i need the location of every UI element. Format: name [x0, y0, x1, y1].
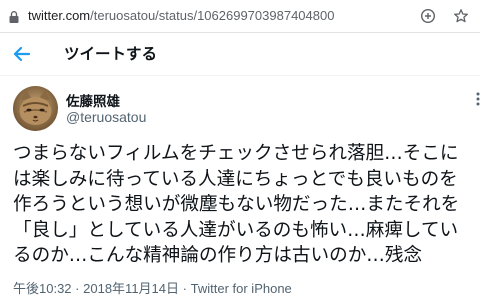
- tweet-source[interactable]: Twitter for iPhone: [191, 281, 292, 296]
- tweet-line: るのか…こんな精神論の作り方は古いのか…残念: [13, 245, 423, 266]
- url-path: /teruosatou/status/1062699703987404800: [90, 8, 335, 23]
- cat-avatar-image: [13, 86, 58, 131]
- arrow-left-icon[interactable]: [10, 42, 34, 66]
- meta-separator: ·: [75, 281, 80, 296]
- url-text[interactable]: twitter.com/teruosatou/status/1062699703…: [28, 8, 334, 23]
- more-options-icon[interactable]: [472, 92, 480, 106]
- page-header: ツイートする: [0, 33, 480, 76]
- star-icon[interactable]: [453, 8, 469, 24]
- tweet-date[interactable]: 2018年11月14日: [83, 281, 179, 296]
- meta-separator: ·: [182, 281, 187, 296]
- tweet-line: つまらないフィルムをチェックさせられ落胆…そこに: [13, 143, 459, 164]
- tweet-line: 作ろうという想いが微塵もない物だった…またそれを: [13, 194, 460, 215]
- tweet-line: は楽しみに待っている人達にちょっとでも良いものを: [13, 168, 458, 190]
- add-circle-icon[interactable]: [420, 8, 436, 24]
- tweet-meta: 午後10:32 · 2018年11月14日 · Twitter for iPho…: [13, 278, 292, 297]
- page-title: ツイートする: [64, 45, 158, 63]
- author-handle[interactable]: @teruosatou: [66, 109, 146, 125]
- url-domain: twitter.com: [28, 8, 91, 23]
- tweet-line: 「良し」としている人達がいるのも怖い…麻痺してい: [13, 219, 459, 241]
- tweet-text: つまらないフィルムをチェックさせられ落胆…そこに は楽しみに待っている人達にちょ…: [13, 141, 475, 269]
- lock-icon[interactable]: [7, 10, 21, 24]
- address-bar[interactable]: twitter.com/teruosatou/status/1062699703…: [0, 0, 480, 33]
- author-name[interactable]: 佐藤照雄: [66, 90, 120, 110]
- avatar[interactable]: [13, 86, 58, 131]
- tweet-time[interactable]: 午後10:32: [13, 281, 72, 296]
